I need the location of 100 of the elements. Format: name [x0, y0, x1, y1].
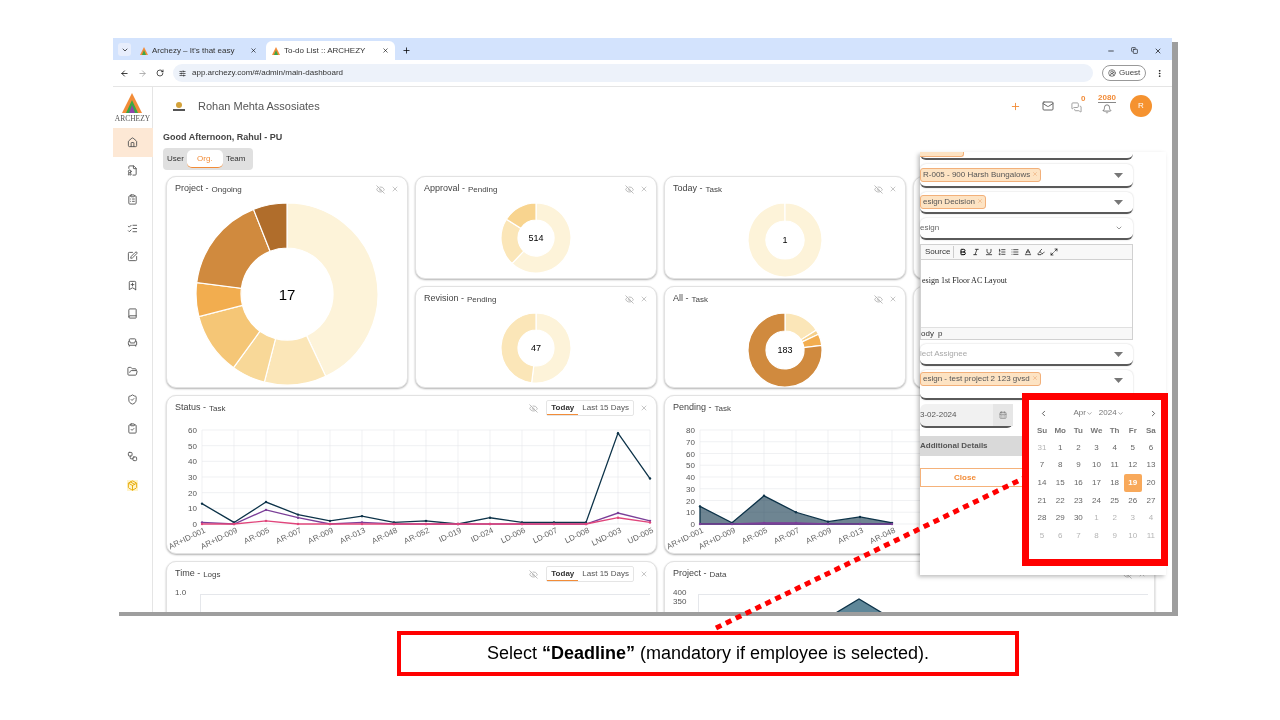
hide-icon[interactable] [529, 569, 539, 579]
axis-tick-label: 10 [188, 504, 197, 514]
bold-icon[interactable] [959, 248, 968, 256]
browser-tab[interactable]: Archezy – It's that easy [134, 41, 263, 60]
caret-icon [1114, 199, 1123, 205]
tab-title: To-do List :: ARCHEZY [284, 44, 367, 57]
hide-icon[interactable] [376, 184, 385, 194]
next-month-icon[interactable] [1149, 408, 1158, 418]
source-button[interactable]: Source [925, 246, 955, 258]
mail-icon[interactable] [1042, 100, 1054, 112]
range-tab[interactable]: Last 15 Days [578, 567, 633, 581]
browser-tab[interactable]: To-do List :: ARCHEZY [266, 41, 395, 60]
card-subtitle: Logs [203, 568, 221, 581]
element-path-item[interactable]: p [937, 327, 943, 340]
address-bar[interactable]: app.archezy.com/#/admin/main-dashboard [173, 64, 1093, 82]
italic-icon[interactable] [972, 248, 981, 256]
card-subtitle: Data [709, 568, 727, 581]
calendar-day[interactable]: 27 [1141, 491, 1160, 510]
calendar-day[interactable]: 16 [1069, 474, 1088, 492]
select-field[interactable]: esign [920, 218, 1133, 240]
range-tab[interactable]: Today [547, 401, 579, 415]
year-select[interactable]: 2024 [1098, 407, 1124, 419]
calendar-day[interactable]: 4 [1105, 439, 1124, 457]
rich-text-editor[interactable]: Source esign 1st Floor AC Layout ody p [920, 244, 1133, 340]
calendar-day[interactable]: 14 [1033, 474, 1052, 492]
donut-total: 17 [278, 286, 296, 302]
hide-icon[interactable] [625, 184, 634, 194]
calendar-day[interactable]: 1 [1051, 439, 1070, 457]
calendar-day[interactable]: 7 [1033, 456, 1052, 475]
card-title: Approval - [424, 182, 466, 196]
calendar-day[interactable]: 20 [1141, 474, 1160, 492]
axis-tick-label: 40 [686, 473, 695, 482]
card-title: Status - [175, 401, 206, 415]
weekday-label: Fr [1127, 425, 1138, 437]
calendar-day[interactable]: 6 [1141, 439, 1160, 457]
highlight-icon[interactable] [1037, 248, 1046, 256]
calendar-icon[interactable] [999, 411, 1007, 419]
text-color-icon[interactable] [1024, 248, 1033, 256]
reload-icon[interactable] [156, 69, 164, 77]
calendar-day[interactable]: 9 [1069, 456, 1088, 475]
calendar-day[interactable]: 26 [1123, 491, 1142, 510]
restore-icon[interactable] [1131, 47, 1138, 54]
chat-icon[interactable] [1071, 102, 1082, 113]
tag-select-field[interactable]: esign Decision [920, 192, 1133, 214]
calendar-day[interactable]: 21 [1033, 491, 1052, 510]
person-icon [1108, 69, 1116, 77]
calendar-day[interactable]: 10 [1087, 456, 1106, 475]
hide-icon[interactable] [874, 294, 883, 304]
hide-icon[interactable] [874, 184, 883, 194]
sidebar-item[interactable] [113, 128, 153, 157]
caret-icon [1116, 409, 1124, 417]
greeting-text: Good Afternoon, Rahul - PU [163, 131, 284, 143]
calendar-day[interactable]: 24 [1087, 491, 1106, 510]
calendar-day[interactable]: 25 [1105, 491, 1124, 510]
calendar-day[interactable]: 11 [1105, 456, 1124, 475]
calendar-day[interactable]: 15 [1051, 474, 1070, 492]
hide-icon[interactable] [625, 294, 634, 304]
underline-icon[interactable] [985, 248, 994, 256]
minimize-icon[interactable] [1107, 47, 1115, 55]
axis-tick-label: 400 [673, 588, 687, 597]
forward-icon[interactable] [138, 68, 147, 78]
month-select[interactable]: Apr [1073, 407, 1093, 419]
scope-tab[interactable]: Team [222, 150, 249, 168]
range-tab[interactable]: Today [547, 567, 579, 581]
add-icon[interactable] [1010, 100, 1021, 112]
weekday-label: Mo [1053, 425, 1067, 437]
calendar-day[interactable]: 2 [1069, 439, 1088, 457]
calendar-day[interactable]: 30 [1069, 509, 1088, 527]
calendar-day[interactable]: 29 [1051, 509, 1070, 527]
calendar-day[interactable]: 18 [1105, 474, 1124, 492]
back-icon[interactable] [120, 68, 129, 78]
calendar-day[interactable]: 28 [1033, 509, 1052, 527]
range-tab[interactable]: Last 15 Days [578, 401, 633, 415]
select-value: esign [920, 222, 941, 234]
element-path-item[interactable]: ody [921, 327, 934, 340]
calendar-day[interactable]: 23 [1069, 491, 1088, 510]
caret-icon [1114, 378, 1123, 383]
calendar-day[interactable]: 13 [1141, 456, 1160, 475]
previous-month-icon[interactable] [1039, 408, 1048, 418]
tab-search-button[interactable] [118, 43, 131, 56]
site-info-icon[interactable] [179, 69, 186, 77]
maximize-icon[interactable] [1050, 248, 1059, 256]
calendar-day[interactable]: 22 [1051, 491, 1070, 510]
notification-icon[interactable] [1102, 104, 1112, 114]
bullet-list-icon[interactable] [1011, 248, 1020, 256]
hide-icon[interactable] [529, 403, 539, 413]
scope-tab[interactable]: User [164, 150, 187, 168]
calendar-day[interactable]: 5 [1123, 439, 1142, 457]
calendar-day[interactable]: 12 [1123, 456, 1142, 475]
numbered-list-icon[interactable] [998, 248, 1007, 256]
calendar-day[interactable]: 8 [1051, 456, 1070, 475]
tag-select-field[interactable]: R-005 - 900 Harsh Bungalows [920, 164, 1133, 188]
calendar-day[interactable]: 17 [1087, 474, 1106, 492]
new-tab-icon[interactable] [402, 46, 411, 55]
axis-tick-label: 0 [192, 520, 197, 529]
calendar-day[interactable]: 3 [1087, 439, 1106, 457]
axis-tick-label: 60 [188, 426, 197, 435]
tag-chip: esign Decision [920, 195, 987, 209]
company-name: Rohan Mehta Assosiates [198, 98, 320, 114]
date-field[interactable]: 3-02-2024 [920, 404, 1013, 428]
